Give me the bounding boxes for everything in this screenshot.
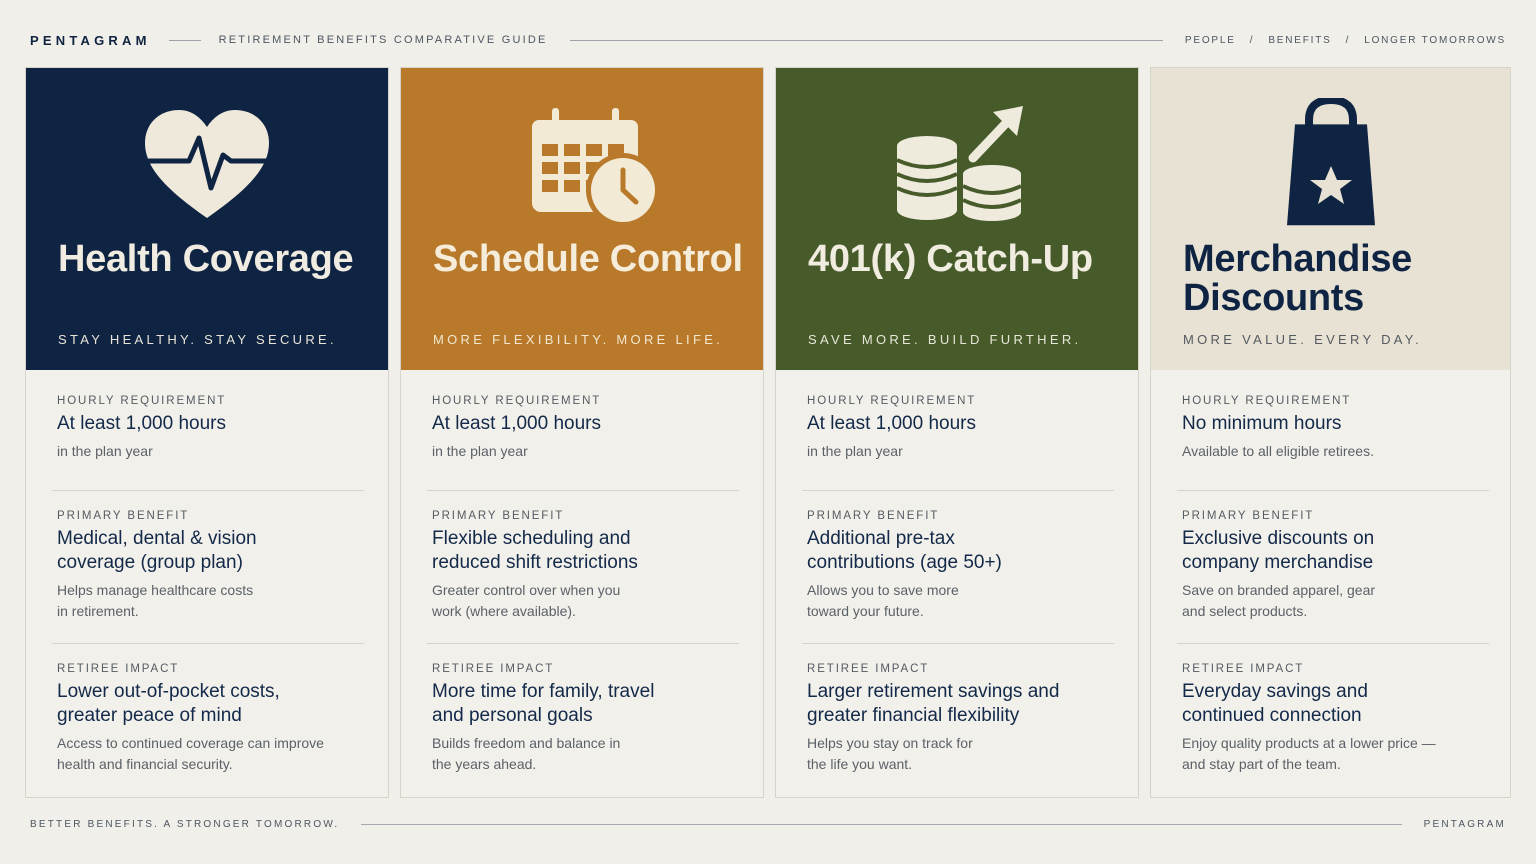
section-note: Greater control over when you work (wher… bbox=[432, 582, 621, 619]
section-hourly-requirement: HOURLY REQUIREMENT No minimum hours Avai… bbox=[1182, 395, 1490, 462]
section-divider bbox=[427, 643, 739, 644]
footer-rule bbox=[361, 823, 1402, 825]
section-divider bbox=[1177, 490, 1489, 491]
card-title: Schedule Control bbox=[433, 238, 743, 280]
breadcrumb-longer-tomorrows[interactable]: LONGER TOMORROWS bbox=[1364, 35, 1506, 46]
breadcrumb: PEOPLE / BENEFITS / LONGER TOMORROWS bbox=[1185, 35, 1506, 46]
section-label: RETIREE IMPACT bbox=[807, 663, 930, 675]
section-label: RETIREE IMPACT bbox=[1182, 663, 1305, 675]
brand-logo: PENTAGRAM bbox=[30, 32, 151, 48]
section-note: Builds freedom and balance in the years … bbox=[432, 735, 621, 772]
section-label: HOURLY REQUIREMENT bbox=[1182, 395, 1352, 407]
card-tagline: SAVE MORE. BUILD FURTHER. bbox=[808, 332, 1082, 347]
section-note: in the plan year bbox=[807, 443, 903, 459]
section-note: in the plan year bbox=[57, 443, 153, 459]
card-title: Health Coverage bbox=[58, 238, 354, 280]
breadcrumb-separator: / bbox=[1249, 34, 1255, 46]
section-value: Additional pre-tax contributions (age 50… bbox=[807, 528, 1002, 573]
breadcrumb-people[interactable]: PEOPLE bbox=[1185, 35, 1236, 46]
section-retiree-impact: RETIREE IMPACT Everyday savings and cont… bbox=[1182, 663, 1490, 774]
card-merchandise-discounts: Merchandise Discounts MORE VALUE. EVERY … bbox=[1150, 67, 1511, 798]
section-value: Lower out-of-pocket costs, greater peace… bbox=[57, 681, 280, 726]
calendar-clock-icon bbox=[532, 108, 660, 227]
footer: BETTER BENEFITS. A STRONGER TOMORROW. PE… bbox=[30, 818, 1506, 830]
card-hero: 401(k) Catch-Up SAVE MORE. BUILD FURTHER… bbox=[776, 68, 1138, 370]
section-retiree-impact: RETIREE IMPACT Larger retirement savings… bbox=[807, 663, 1115, 774]
coins-growth-icon bbox=[896, 106, 1023, 221]
section-primary-benefit: PRIMARY BENEFIT Flexible scheduling and … bbox=[432, 510, 740, 621]
card-health-coverage: Health Coverage STAY HEALTHY. STAY SECUR… bbox=[25, 67, 389, 798]
section-primary-benefit: PRIMARY BENEFIT Exclusive discounts on c… bbox=[1182, 510, 1490, 621]
section-primary-benefit: PRIMARY BENEFIT Medical, dental & vision… bbox=[57, 510, 365, 621]
section-note: Helps you stay on track for the life you… bbox=[807, 735, 973, 772]
guide-title: RETIREMENT BENEFITS COMPARATIVE GUIDE bbox=[218, 34, 548, 46]
card-tagline: MORE VALUE. EVERY DAY. bbox=[1183, 332, 1423, 347]
section-note: in the plan year bbox=[432, 443, 528, 459]
section-note: Access to continued coverage can improve… bbox=[57, 735, 324, 772]
section-label: RETIREE IMPACT bbox=[57, 663, 180, 675]
card-hero: Merchandise Discounts MORE VALUE. EVERY … bbox=[1151, 68, 1510, 370]
breadcrumb-benefits[interactable]: BENEFITS bbox=[1268, 35, 1331, 46]
section-divider bbox=[52, 490, 364, 491]
section-divider bbox=[802, 490, 1114, 491]
shopping-bag-star-icon bbox=[1286, 98, 1375, 226]
section-value: Everyday savings and continued connectio… bbox=[1182, 681, 1368, 726]
footer-slogan: BETTER BENEFITS. A STRONGER TOMORROW. bbox=[30, 818, 340, 830]
section-value: Larger retirement savings and greater fi… bbox=[807, 681, 1060, 726]
section-label: RETIREE IMPACT bbox=[432, 663, 555, 675]
card-schedule-control: Schedule Control MORE FLEXIBILITY. MORE … bbox=[400, 67, 764, 798]
section-divider bbox=[427, 490, 739, 491]
section-value: No minimum hours bbox=[1182, 413, 1342, 434]
section-divider bbox=[1177, 643, 1489, 644]
section-note: Allows you to save more toward your futu… bbox=[807, 582, 959, 619]
section-retiree-impact: RETIREE IMPACT More time for family, tra… bbox=[432, 663, 740, 774]
section-value: Medical, dental & vision coverage (group… bbox=[57, 528, 257, 573]
card-401k-catch-up: 401(k) Catch-Up SAVE MORE. BUILD FURTHER… bbox=[775, 67, 1139, 798]
section-label: PRIMARY BENEFIT bbox=[432, 510, 565, 522]
section-divider bbox=[52, 643, 364, 644]
section-value: At least 1,000 hours bbox=[432, 413, 601, 434]
section-label: PRIMARY BENEFIT bbox=[57, 510, 190, 522]
section-label: PRIMARY BENEFIT bbox=[807, 510, 940, 522]
section-note: Save on branded apparel, gear and select… bbox=[1182, 582, 1376, 619]
card-tagline: MORE FLEXIBILITY. MORE LIFE. bbox=[433, 332, 724, 347]
section-label: HOURLY REQUIREMENT bbox=[57, 395, 227, 407]
card-tagline: STAY HEALTHY. STAY SECURE. bbox=[58, 332, 337, 347]
section-value: More time for family, travel and persona… bbox=[432, 681, 655, 726]
card-title: 401(k) Catch-Up bbox=[808, 238, 1093, 280]
footer-brand: PENTAGRAM bbox=[1423, 818, 1506, 830]
section-retiree-impact: RETIREE IMPACT Lower out-of-pocket costs… bbox=[57, 663, 365, 774]
section-note: Enjoy quality products at a lower price … bbox=[1182, 735, 1436, 772]
section-value: At least 1,000 hours bbox=[57, 413, 226, 434]
section-hourly-requirement: HOURLY REQUIREMENT At least 1,000 hours … bbox=[807, 395, 1115, 462]
section-label: HOURLY REQUIREMENT bbox=[432, 395, 602, 407]
section-note: Helps manage healthcare costs in retirem… bbox=[57, 582, 254, 619]
section-value: Exclusive discounts on company merchandi… bbox=[1182, 528, 1375, 573]
card-hero: Health Coverage STAY HEALTHY. STAY SECUR… bbox=[26, 68, 388, 370]
section-value: Flexible scheduling and reduced shift re… bbox=[432, 528, 638, 573]
heart-pulse-icon bbox=[142, 110, 276, 218]
top-bar: PENTAGRAM RETIREMENT BENEFITS COMPARATIV… bbox=[30, 31, 1506, 49]
section-label: HOURLY REQUIREMENT bbox=[807, 395, 977, 407]
card-hero: Schedule Control MORE FLEXIBILITY. MORE … bbox=[401, 68, 763, 370]
section-value: At least 1,000 hours bbox=[807, 413, 976, 434]
section-label: PRIMARY BENEFIT bbox=[1182, 510, 1315, 522]
section-divider bbox=[802, 643, 1114, 644]
header-rule bbox=[569, 39, 1163, 41]
card-title: Merchandise Discounts bbox=[1183, 238, 1413, 319]
header-divider bbox=[168, 39, 201, 41]
section-hourly-requirement: HOURLY REQUIREMENT At least 1,000 hours … bbox=[57, 395, 365, 462]
breadcrumb-separator: / bbox=[1345, 34, 1351, 46]
section-primary-benefit: PRIMARY BENEFIT Additional pre-tax contr… bbox=[807, 510, 1115, 621]
section-note: Available to all eligible retirees. bbox=[1182, 443, 1374, 459]
section-hourly-requirement: HOURLY REQUIREMENT At least 1,000 hours … bbox=[432, 395, 740, 462]
